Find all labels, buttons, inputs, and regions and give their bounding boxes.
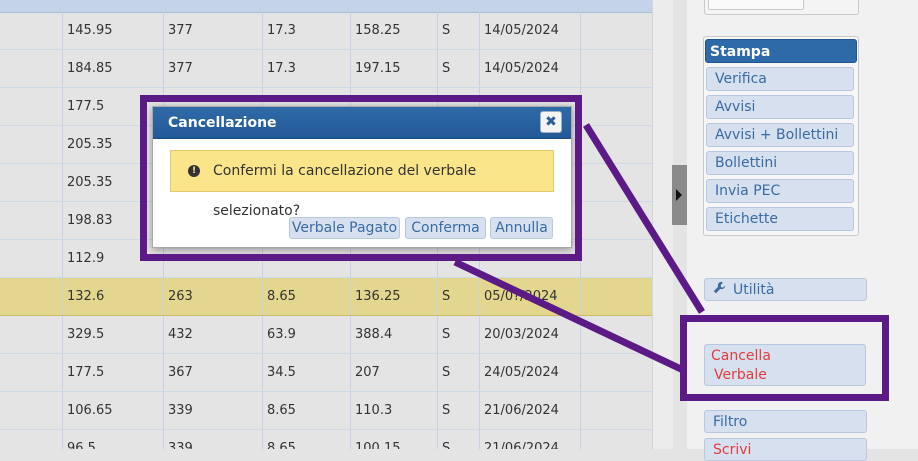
table-cell [581, 240, 652, 277]
table-cell: S [438, 50, 480, 87]
table-cell: 367 [164, 354, 263, 391]
table-cell [0, 12, 63, 49]
table-cell: 100.15 [351, 430, 438, 449]
table-cell: S [438, 12, 480, 49]
scrivi-button[interactable]: Scrivi [704, 438, 867, 461]
table-cell: 14/05/2024 [480, 50, 581, 87]
table-cell [0, 164, 63, 201]
table-row[interactable]: 184.85 377 17.3 197.15 S 14/05/2024 [0, 50, 652, 88]
table-cell: 432 [164, 316, 263, 353]
table-cell [0, 316, 63, 353]
avvisi-button[interactable]: Avvisi [706, 95, 854, 119]
table-cell [0, 430, 63, 449]
table-row[interactable]: 177.5 367 34.5 207 S 24/05/2024 [0, 354, 652, 392]
table-cell: 177.5 [63, 354, 164, 391]
table-cell [581, 316, 652, 353]
table-row[interactable]: 145.95 377 17.3 158.25 S 14/05/2024 [0, 12, 652, 50]
table-cell [581, 278, 652, 315]
table-cell: 96.5 [63, 430, 164, 449]
bollettini-button[interactable]: Bollettini [706, 151, 854, 175]
table-cell: 388.4 [351, 316, 438, 353]
table-cell: 377 [164, 50, 263, 87]
table-cell: 8.65 [263, 392, 351, 429]
table-cell: 263 [164, 278, 263, 315]
verifica-button[interactable]: Verifica [706, 67, 854, 91]
invia-pec-button[interactable]: Invia PEC [706, 179, 854, 203]
avvisi-bollettini-button[interactable]: Avvisi + Bollettini [706, 123, 854, 147]
table-cell: 377 [164, 12, 263, 49]
table-row[interactable]: 329.5 432 63.9 388.4 S 20/03/2024 [0, 316, 652, 354]
table-cell: 184.85 [63, 50, 164, 87]
wrench-icon [713, 279, 727, 301]
table-cell: S [438, 392, 480, 429]
table-cell: S [438, 278, 480, 315]
table-cell [0, 126, 63, 163]
highlight-box-dialog [140, 95, 582, 261]
table-cell: 207 [351, 354, 438, 391]
table-cell: 63.9 [263, 316, 351, 353]
table-cell: 145.95 [63, 12, 164, 49]
table-cell: 34.5 [263, 354, 351, 391]
table-cell: 14/05/2024 [480, 12, 581, 49]
table-cell [581, 88, 652, 125]
table-cell [581, 126, 652, 163]
table-cell [581, 354, 652, 391]
chevron-right-icon [676, 189, 682, 201]
table-cell [0, 202, 63, 239]
table-cell: 17.3 [263, 12, 351, 49]
table-cell: 339 [164, 430, 263, 449]
table-cell: 20/03/2024 [480, 316, 581, 353]
table-cell: 158.25 [351, 12, 438, 49]
collapse-panel-handle[interactable] [672, 165, 687, 225]
table-cell: 24/05/2024 [480, 354, 581, 391]
table-cell [581, 430, 652, 449]
table-cell: S [438, 354, 480, 391]
table-row[interactable]: 96.5 339 8.65 100.15 S 21/06/2024 [0, 430, 652, 449]
table-cell: 132.6 [63, 278, 164, 315]
table-row[interactable]: 106.65 339 8.65 110.3 S 21/06/2024 [0, 392, 652, 430]
table-cell: 8.65 [263, 278, 351, 315]
table-cell: 197.15 [351, 50, 438, 87]
highlight-box-cancella [680, 315, 889, 401]
table-cell [0, 240, 63, 277]
table-cell: S [438, 316, 480, 353]
side-top-field[interactable] [708, 0, 804, 10]
table-cell: 8.65 [263, 430, 351, 449]
utilita-label: Utilità [733, 282, 775, 298]
table-cell: 339 [164, 392, 263, 429]
table-cell: 17.3 [263, 50, 351, 87]
table-cell [0, 278, 63, 315]
table-cell [581, 392, 652, 429]
table-cell [0, 354, 63, 391]
table-cell [581, 50, 652, 87]
table-cell: 106.65 [63, 392, 164, 429]
table-cell: S [438, 430, 480, 449]
table-cell: 05/0?/2024 [480, 278, 581, 315]
table-cell [581, 202, 652, 239]
table-cell [0, 50, 63, 87]
table-cell: 21/06/2024 [480, 392, 581, 429]
utilita-button[interactable]: Utilità [704, 278, 867, 301]
table-cell [581, 164, 652, 201]
table-cell [581, 12, 652, 49]
table-cell: 136.25 [351, 278, 438, 315]
table-cell: 21/06/2024 [480, 430, 581, 449]
table-cell: 110.3 [351, 392, 438, 429]
filtro-button[interactable]: Filtro [704, 410, 867, 433]
stampa-menu-header[interactable]: Stampa [705, 39, 857, 63]
table-cell: 329.5 [63, 316, 164, 353]
table-row[interactable]: 132.6 263 8.65 136.25 S 05/0?/2024 [0, 278, 652, 316]
etichette-button[interactable]: Etichette [706, 207, 854, 231]
table-cell [0, 392, 63, 429]
panel-splitter[interactable] [652, 0, 673, 449]
table-cell [0, 88, 63, 125]
